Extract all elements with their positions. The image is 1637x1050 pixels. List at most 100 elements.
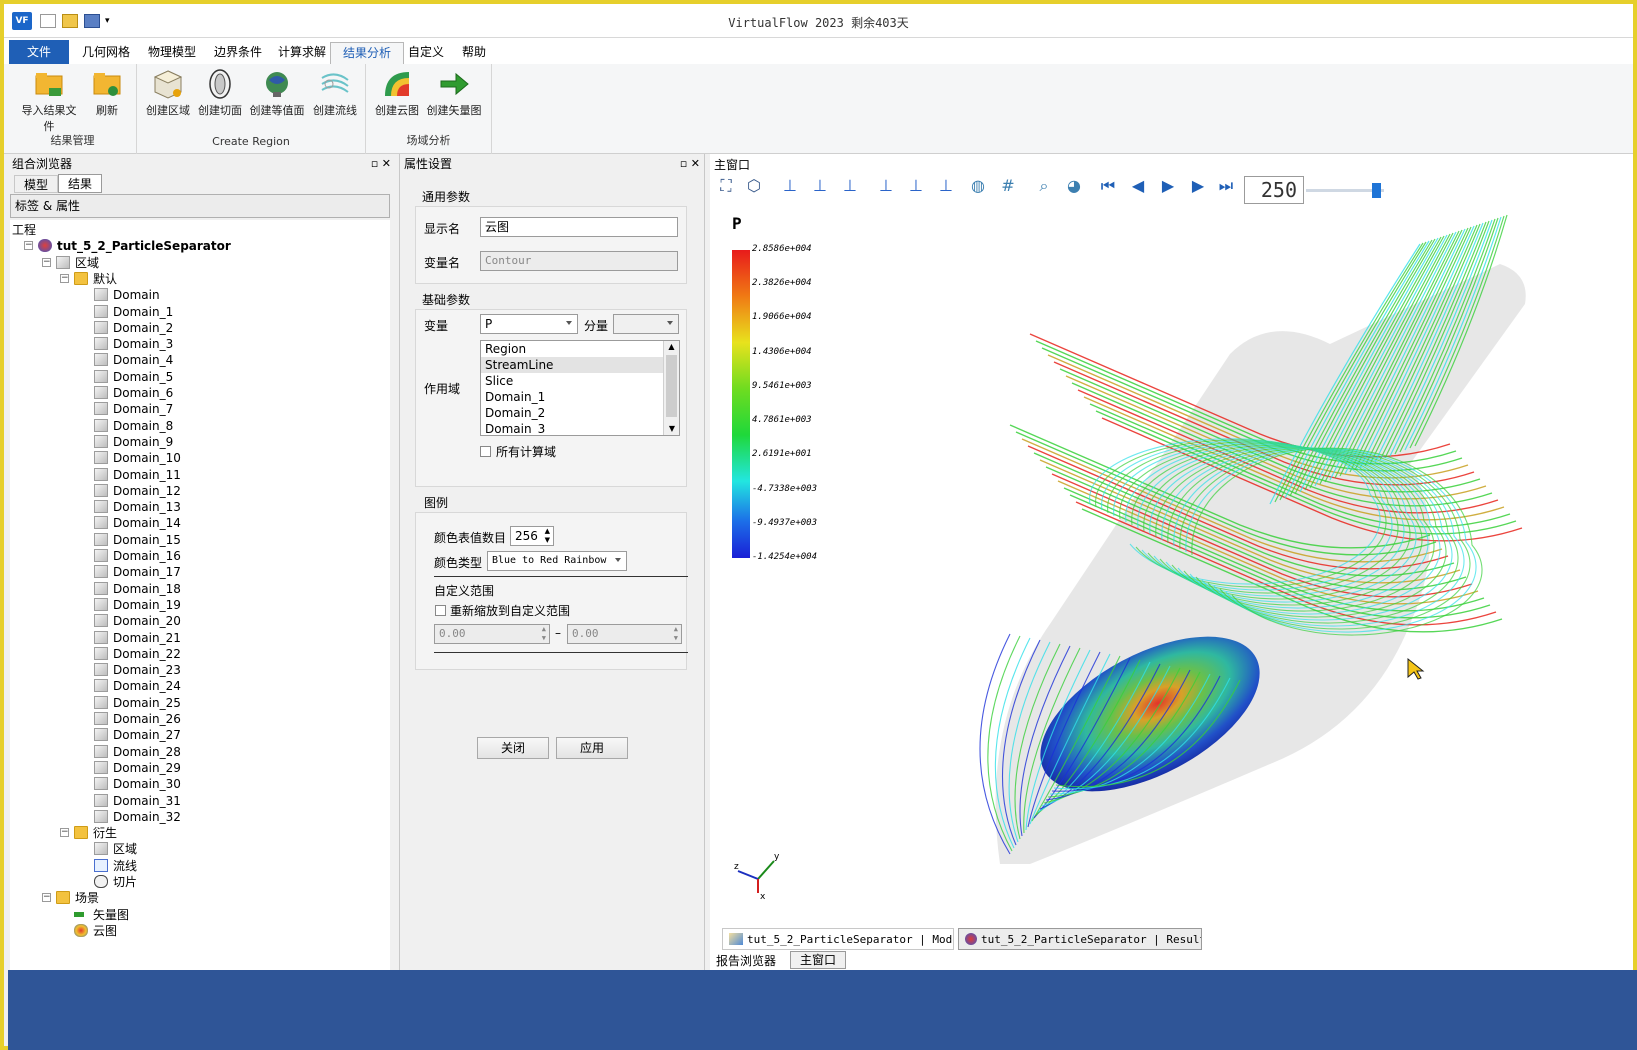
scrollbar[interactable]: ▲ ▼ xyxy=(663,341,679,435)
tree-domain[interactable]: Domain_5 xyxy=(94,369,173,385)
view-plus-x-icon[interactable]: ⊥ xyxy=(936,176,956,196)
tree-domain[interactable]: Domain_32 xyxy=(94,809,181,825)
all-domains-checkbox[interactable] xyxy=(480,446,491,457)
menu-boundary[interactable]: 边界条件 xyxy=(202,42,274,64)
view-minus-y-icon[interactable]: ⊥ xyxy=(876,176,896,196)
step-forward-icon[interactable]: ▶ xyxy=(1188,176,1208,196)
frame-number-input[interactable]: 250 xyxy=(1244,176,1304,204)
color-count-spinner[interactable]: 256 ▲ ▼ xyxy=(510,526,554,546)
view-plus-y-icon[interactable]: ⊥ xyxy=(780,176,800,196)
view-plus-z-icon[interactable]: ⊥ xyxy=(906,176,926,196)
menu-custom[interactable]: 自定义 xyxy=(396,42,456,64)
model-tab[interactable]: tut_5_2_ParticleSeparator | Model: 1 xyxy=(722,928,954,950)
fit-all-icon[interactable]: ⛶ xyxy=(716,176,736,196)
spinner-arrows-icon[interactable]: ▲ ▼ xyxy=(674,625,678,643)
tree-domain[interactable]: Domain_24 xyxy=(94,678,181,694)
range-min-input[interactable]: 0.00 ▲ ▼ xyxy=(434,624,550,644)
result-tab[interactable]: tut_5_2_ParticleSeparator | Result: 1 xyxy=(958,928,1202,950)
menu-file[interactable]: 文件 xyxy=(9,40,70,64)
spinner-arrows-icon[interactable]: ▲ ▼ xyxy=(545,527,550,545)
component-select[interactable] xyxy=(613,314,679,334)
tab-results[interactable]: 结果 xyxy=(58,174,102,193)
tree-domain[interactable]: Domain_30 xyxy=(94,776,181,792)
tree-derived-slice[interactable]: 切片 xyxy=(94,874,137,890)
play-icon[interactable]: ▶ xyxy=(1158,176,1178,196)
variable-select[interactable]: P xyxy=(480,314,578,334)
tree-domain[interactable]: Domain_3 xyxy=(94,336,173,352)
tree-vector-plot[interactable]: 矢量图 xyxy=(74,907,129,923)
step-back-icon[interactable]: ◀ xyxy=(1128,176,1148,196)
tree-root[interactable]: 工程 xyxy=(12,222,36,238)
tree-domain[interactable]: Domain_31 xyxy=(94,793,181,809)
menu-physics[interactable]: 物理模型 xyxy=(136,42,208,64)
scrollbar-thumb[interactable] xyxy=(666,355,677,417)
scope-list-item[interactable]: StreamLine xyxy=(481,357,679,373)
color-map-icon[interactable]: ◕ xyxy=(1064,176,1084,196)
tree-domain[interactable]: Domain_28 xyxy=(94,744,181,760)
skip-last-icon[interactable]: ⏭ xyxy=(1216,176,1236,196)
tree-domain[interactable]: Domain_21 xyxy=(94,630,181,646)
close-button[interactable]: 关闭 xyxy=(477,737,549,759)
color-type-select[interactable]: Blue to Red Rainbow xyxy=(487,551,627,571)
tags-properties-header[interactable]: 标签 & 属性 xyxy=(10,194,390,218)
tree-domain[interactable]: Domain_2 xyxy=(94,320,173,336)
tree-domain[interactable]: Domain_8 xyxy=(94,418,173,434)
grid-icon[interactable]: # xyxy=(998,176,1018,196)
tree-region[interactable]: 区域 xyxy=(56,255,99,271)
display-name-input[interactable]: 云图 xyxy=(480,217,678,237)
menu-help[interactable]: 帮助 xyxy=(450,42,498,64)
tree-domain[interactable]: Domain_16 xyxy=(94,548,181,564)
tree-domain[interactable]: Domain_7 xyxy=(94,401,173,417)
scope-list-item[interactable]: Slice xyxy=(481,373,679,389)
tree-default-folder[interactable]: 默认 xyxy=(74,271,117,287)
panel-float-close-icons[interactable]: ▫ ✕ xyxy=(371,154,391,174)
tree-domain[interactable]: Domain_6 xyxy=(94,385,173,401)
tree-domain[interactable]: Domain_4 xyxy=(94,352,173,368)
var-name-input[interactable]: Contour xyxy=(480,251,678,271)
view-minus-z-icon[interactable]: ⊥ xyxy=(810,176,830,196)
collapse-toggle-icon[interactable]: − xyxy=(42,257,51,267)
scope-listbox[interactable]: Region StreamLine Slice Domain_1 Domain_2 Dom… xyxy=(480,340,680,436)
tree-domain[interactable]: Domain_22 xyxy=(94,646,181,662)
tree-domain[interactable]: Domain_15 xyxy=(94,532,181,548)
collapse-toggle-icon[interactable]: − xyxy=(60,273,69,283)
tab-report-browser[interactable]: 报告浏览器 xyxy=(716,952,776,969)
create-region-button[interactable]: 创建区域 xyxy=(143,68,193,118)
tree-derived-region[interactable]: 区域 xyxy=(94,841,137,857)
panel-float-close-icons[interactable]: ▫ ✕ xyxy=(680,154,700,174)
tree-domain[interactable]: Domain_10 xyxy=(94,450,181,466)
collapse-toggle-icon[interactable]: − xyxy=(24,241,33,251)
tree-domain[interactable]: Domain_14 xyxy=(94,515,181,531)
frame-slider-thumb[interactable] xyxy=(1371,183,1381,198)
create-streamline-button[interactable]: 创建流线 xyxy=(309,68,361,118)
tree-domain[interactable]: Domain_13 xyxy=(94,499,181,515)
tree-derived-streamline[interactable]: 流线 xyxy=(94,858,137,874)
tab-main-window[interactable]: 主窗口 xyxy=(790,951,846,969)
scope-list-item[interactable]: Domain_1 xyxy=(481,389,679,405)
tree-domain[interactable]: Domain_20 xyxy=(94,613,181,629)
apply-button[interactable]: 应用 xyxy=(556,737,628,759)
tree-contour-plot[interactable]: 云图 xyxy=(74,923,117,939)
skip-first-icon[interactable]: ⏮ xyxy=(1098,176,1118,196)
zoom-icon[interactable]: ⌕ xyxy=(1034,176,1054,196)
tree-domain[interactable]: Domain_27 xyxy=(94,727,181,743)
menu-solve[interactable]: 计算求解 xyxy=(266,42,338,64)
create-vector-button[interactable]: 创建矢量图 xyxy=(426,68,482,118)
collapse-toggle-icon[interactable]: − xyxy=(42,893,51,903)
tree-domain[interactable]: Domain_12 xyxy=(94,483,181,499)
tree-domain[interactable]: Domain_19 xyxy=(94,597,181,613)
range-max-input[interactable]: 0.00 ▲ ▼ xyxy=(567,624,682,644)
create-isosurface-button[interactable]: 创建等值面 xyxy=(247,68,307,118)
tree-domain[interactable]: Domain_29 xyxy=(94,760,181,776)
tree-scene-folder[interactable]: 场景 xyxy=(56,890,99,906)
tree-domain[interactable]: Domain_11 xyxy=(94,467,181,483)
menu-results[interactable]: 结果分析 xyxy=(330,42,405,64)
tree-domain[interactable]: Domain_26 xyxy=(94,711,181,727)
tree-derived-folder[interactable]: 衍生 xyxy=(74,825,117,841)
viewport-canvas[interactable]: y z x xyxy=(710,204,1633,924)
tree-domain[interactable]: Domain_17 xyxy=(94,564,181,580)
spinner-arrows-icon[interactable]: ▲ ▼ xyxy=(542,625,546,643)
view-minus-x-icon[interactable]: ⊥ xyxy=(840,176,860,196)
tree-domain[interactable]: Domain_9 xyxy=(94,434,173,450)
tree-domain[interactable]: Domain_18 xyxy=(94,581,181,597)
